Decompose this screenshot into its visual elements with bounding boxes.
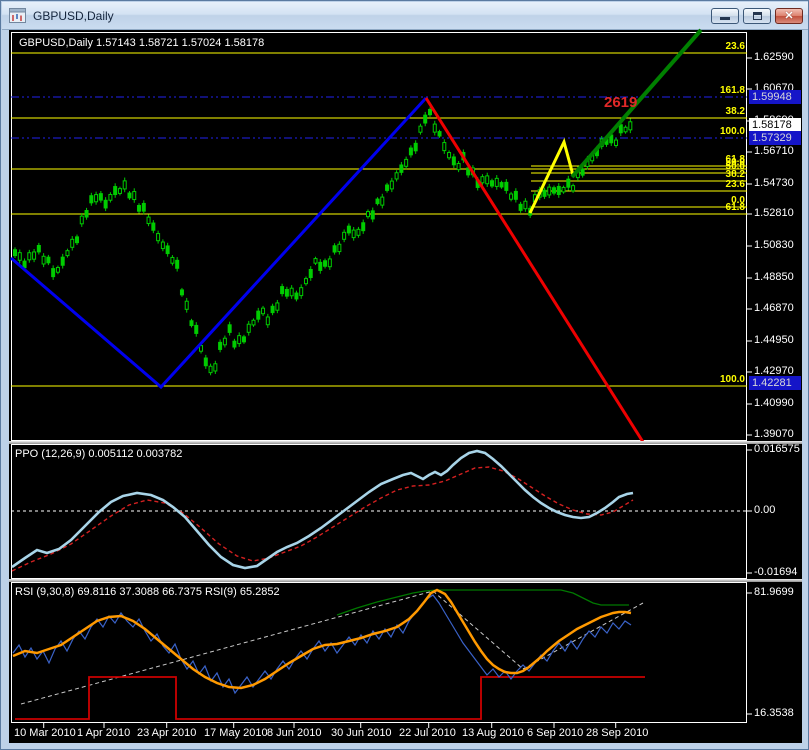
close-icon: ✕ xyxy=(784,11,793,22)
main-chart-plot[interactable] xyxy=(11,32,747,441)
close-button[interactable]: ✕ xyxy=(775,8,803,24)
mt4-chart-window: GBPUSD,Daily ✕ GBPUSD,Daily 1.57143 1.58… xyxy=(0,0,809,750)
titlebar[interactable]: GBPUSD,Daily ✕ xyxy=(2,2,809,30)
restore-icon xyxy=(753,12,762,20)
restore-button[interactable] xyxy=(743,8,771,24)
window-controls: ✕ xyxy=(711,8,803,24)
panel-splitter-ppo[interactable] xyxy=(9,441,802,444)
minimize-icon xyxy=(720,17,730,20)
panel-splitter-rsi[interactable] xyxy=(9,579,802,582)
minimize-button[interactable] xyxy=(711,8,739,24)
ppo-indicator-plot[interactable] xyxy=(11,444,747,579)
rsi-indicator-plot[interactable] xyxy=(11,582,747,723)
chart-icon xyxy=(9,8,26,23)
window-title: GBPUSD,Daily xyxy=(33,9,114,23)
